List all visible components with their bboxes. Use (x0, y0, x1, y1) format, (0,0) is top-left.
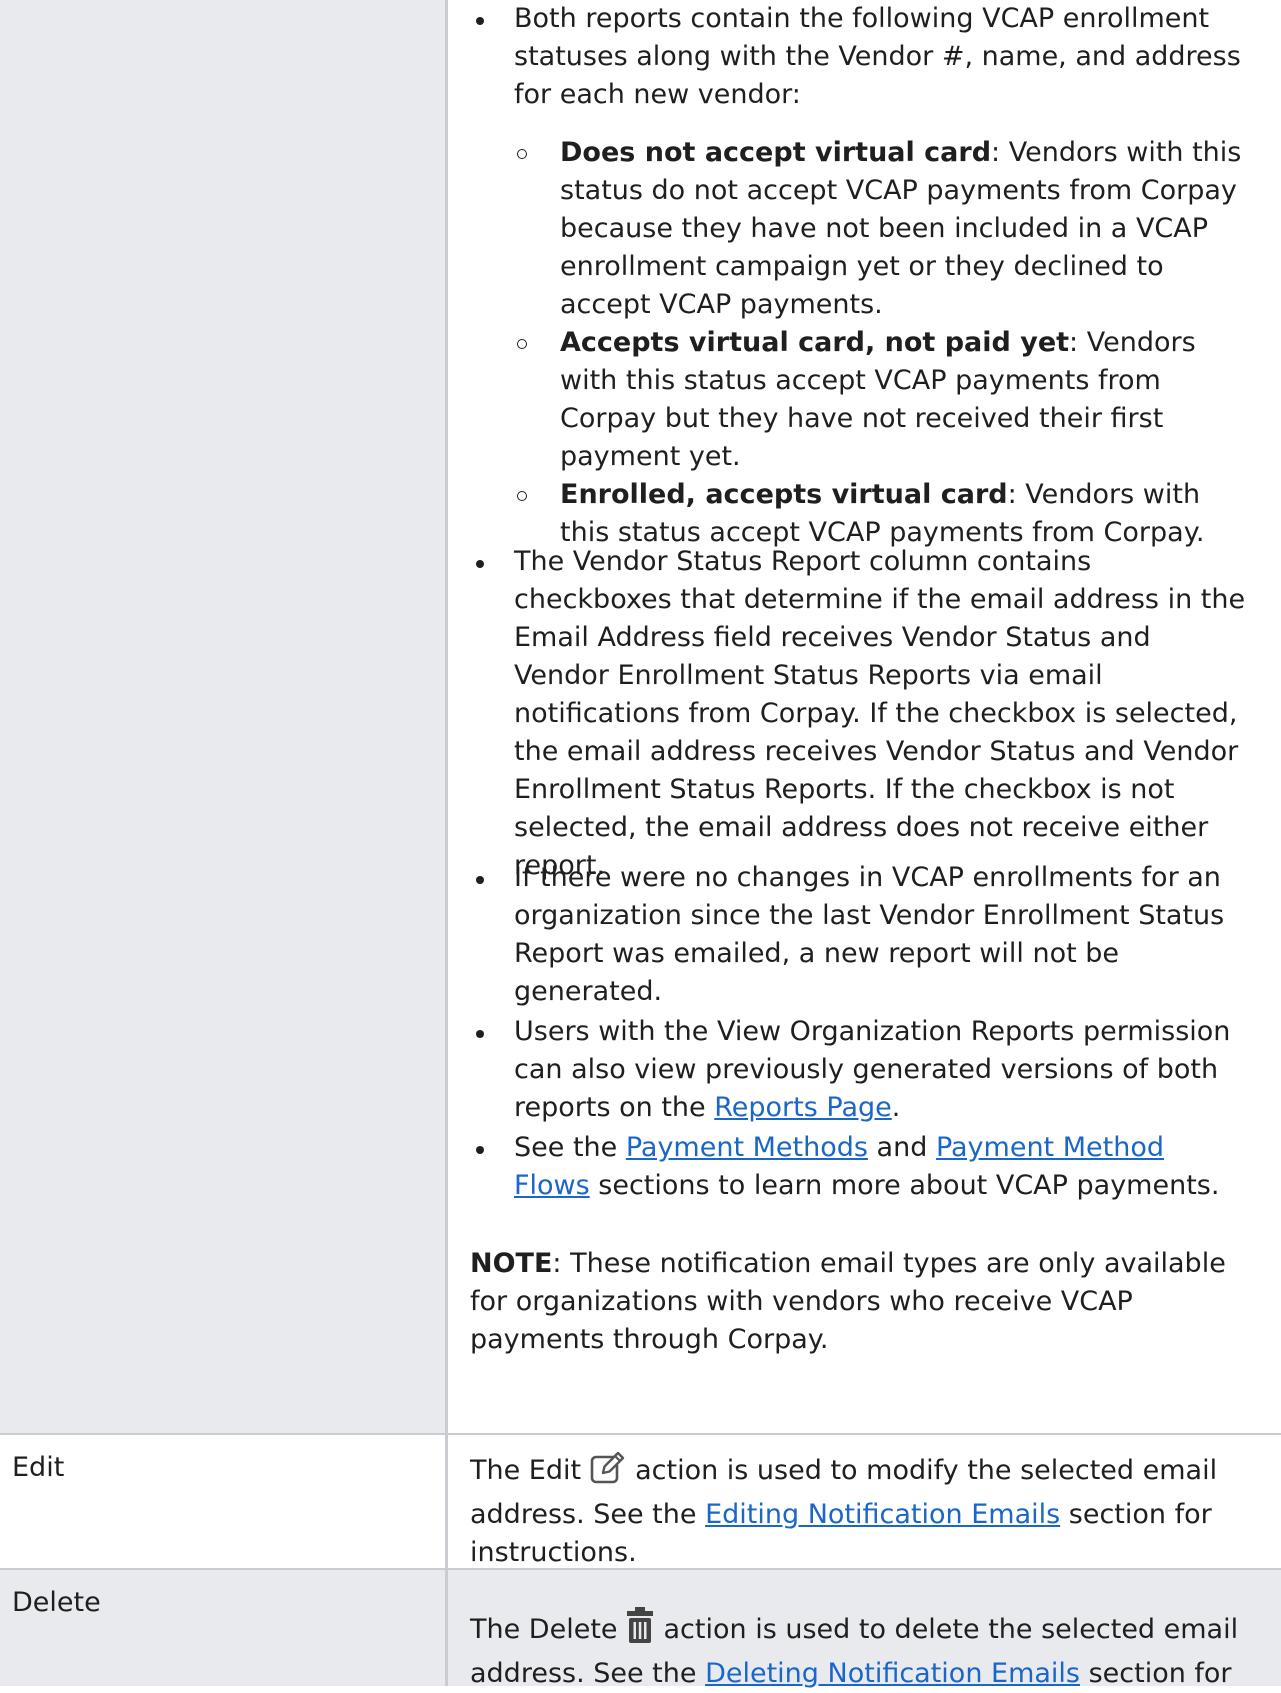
trash-icon (626, 1606, 654, 1655)
list-item: See the Payment Methods and Payment Meth… (448, 1129, 1248, 1205)
note-paragraph: NOTE: These notification email types are… (470, 1245, 1260, 1359)
list-item: Users with the View Organization Reports… (448, 1013, 1248, 1127)
editing-notification-emails-link[interactable]: Editing Notification Emails (705, 1499, 1060, 1530)
deleting-notification-emails-link[interactable]: Deleting Notification Emails (705, 1658, 1080, 1689)
table-cell-description: The Delete action is used to delete the … (445, 1570, 1281, 1689)
edit-label: Edit (12, 1452, 65, 1483)
see-text: See the (514, 1132, 626, 1163)
edit-description: The Edit action is used to modify the se… (470, 1449, 1260, 1572)
bullet-list: If there were no changes in VCAP enrollm… (448, 859, 1248, 1011)
status-term: Does not accept virtual card (560, 137, 992, 168)
enrollment-intro: Both reports contain the following VCAP … (514, 3, 1241, 110)
list-item: Enrolled, accepts virtual card: Vendors … (514, 476, 1248, 552)
table-cell-label: Delete (0, 1570, 445, 1686)
delete-label: Delete (12, 1587, 101, 1618)
table-row: Delete The Delete action is used to dele… (0, 1570, 1281, 1689)
list-item: The Vendor Status Report column contains… (448, 543, 1248, 885)
bullet-list: The Vendor Status Report column contains… (448, 543, 1248, 885)
list-item: Does not accept virtual card: Vendors wi… (514, 134, 1248, 324)
table-cell-description: The Edit action is used to modify the se… (445, 1435, 1281, 1568)
payment-methods-link[interactable]: Payment Methods (626, 1132, 868, 1163)
bullet-list: See the Payment Methods and Payment Meth… (448, 1129, 1248, 1205)
permission-end: . (891, 1092, 901, 1123)
bullet-list: Both reports contain the following VCAP … (448, 0, 1248, 552)
status-term: Enrolled, accepts virtual card (560, 479, 1008, 510)
delete-end-text: section for (1080, 1658, 1232, 1689)
note-text: : These notification email types are onl… (470, 1248, 1226, 1355)
note-label: NOTE (470, 1248, 553, 1279)
delete-pre-text: The Delete (470, 1614, 618, 1645)
reports-page-link[interactable]: Reports Page (714, 1092, 892, 1123)
status-list: Does not accept virtual card: Vendors wi… (514, 134, 1248, 552)
status-term: Accepts virtual card, not paid yet (560, 327, 1070, 358)
list-item: If there were no changes in VCAP enrollm… (448, 859, 1248, 1011)
edit-icon (589, 1449, 625, 1496)
table-cell-description: Both reports contain the following VCAP … (445, 0, 1281, 1433)
table-row: Edit The Edit action is used to modify t… (0, 1435, 1281, 1568)
checkbox-bullet: The Vendor Status Report column contains… (514, 546, 1246, 881)
table-row: Both reports contain the following VCAP … (0, 0, 1281, 1433)
list-item: Both reports contain the following VCAP … (448, 0, 1248, 552)
bullet-list: Users with the View Organization Reports… (448, 1013, 1248, 1127)
no-changes-bullet: If there were no changes in VCAP enrollm… (514, 862, 1225, 1007)
delete-description: The Delete action is used to delete the … (470, 1606, 1260, 1693)
edit-pre-text: The Edit (470, 1455, 582, 1486)
see-end-text: sections to learn more about VCAP paymen… (589, 1170, 1220, 1201)
table-cell-label (0, 0, 445, 1433)
list-item: Accepts virtual card, not paid yet: Vend… (514, 324, 1248, 476)
see-mid-text: and (867, 1132, 936, 1163)
table-cell-label: Edit (0, 1435, 445, 1568)
